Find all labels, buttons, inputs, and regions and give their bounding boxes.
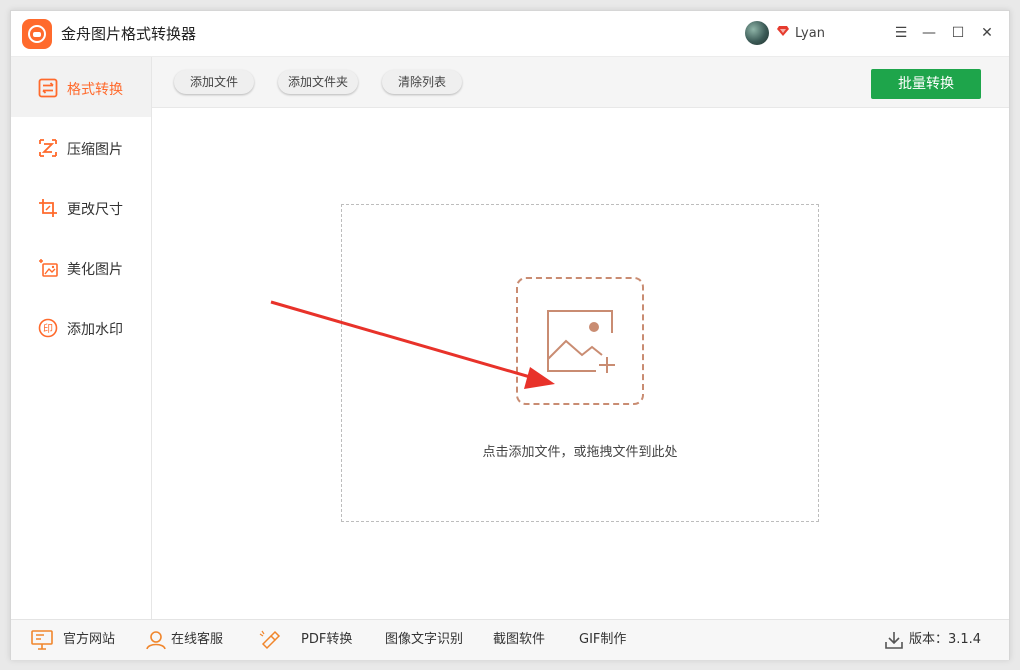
add-folder-button[interactable]: 添加文件夹 [278, 70, 358, 94]
download-icon[interactable] [883, 630, 905, 650]
app-logo [22, 19, 52, 49]
menu-icon[interactable]: ☰ [891, 23, 911, 43]
clear-list-button[interactable]: 清除列表 [382, 70, 462, 94]
customer-service-icon [146, 631, 166, 650]
toolbar: 添加文件 添加文件夹 清除列表 批量转换 [152, 57, 1009, 108]
minimize-button[interactable]: — [919, 23, 939, 43]
ocr-link[interactable]: 图像文字识别 [385, 620, 463, 660]
online-service-link[interactable]: 在线客服 [171, 620, 223, 660]
vip-diamond-icon [777, 26, 789, 36]
file-list-area: 点击添加文件，或拖拽文件到此处 [152, 108, 1009, 619]
add-file-button[interactable]: 添加文件 [174, 70, 254, 94]
compress-icon [39, 139, 57, 157]
pdf-convert-link[interactable]: PDF转换 [301, 620, 352, 660]
resize-icon [39, 199, 57, 217]
sidebar-item-watermark[interactable]: 印 添加水印 [11, 297, 151, 357]
gif-maker-link[interactable]: GIF制作 [579, 620, 626, 660]
sidebar-item-label: 美化图片 [67, 262, 123, 278]
version-label: 版本：3.1.4 [909, 632, 982, 647]
watermark-icon-glyph: 印 [43, 323, 53, 335]
sidebar-item-label: 格式转换 [67, 82, 123, 98]
sidebar-item-beautify[interactable]: 美化图片 [11, 237, 151, 297]
close-button[interactable]: ✕ [977, 23, 997, 43]
screenshot-tool-link[interactable]: 截图软件 [493, 620, 545, 660]
app-window: 金舟图片格式转换器 Lyan ☰ — ☐ ✕ 格式转换 压缩图片 更改尺寸 美化… [10, 10, 1010, 660]
sidebar: 格式转换 压缩图片 更改尺寸 美化图片 印 添加水印 [11, 57, 152, 619]
app-title: 金舟图片格式转换器 [61, 25, 197, 43]
sidebar-item-resize[interactable]: 更改尺寸 [11, 177, 151, 237]
sidebar-item-compress[interactable]: 压缩图片 [11, 117, 151, 177]
add-image-box[interactable] [516, 277, 644, 405]
footer: 官方网站 在线客服 PDF转换 图像文字识别 截图软件 GIF制作 版本：3.1… [11, 619, 1009, 660]
sidebar-item-format-convert[interactable]: 格式转换 [11, 57, 151, 117]
official-site-link[interactable]: 官方网站 [63, 620, 115, 660]
monitor-icon [31, 630, 53, 650]
brush-icon [259, 630, 281, 650]
format-convert-icon [38, 78, 58, 98]
drop-hint: 点击添加文件，或拖拽文件到此处 [482, 445, 678, 460]
sidebar-item-label: 更改尺寸 [67, 202, 123, 218]
drop-zone[interactable]: 点击添加文件，或拖拽文件到此处 [341, 204, 819, 522]
batch-convert-button[interactable]: 批量转换 [871, 69, 981, 99]
beautify-icon [39, 259, 58, 277]
sidebar-item-label: 添加水印 [67, 322, 123, 338]
avatar[interactable] [745, 21, 769, 45]
username[interactable]: Lyan [795, 26, 825, 41]
sidebar-item-label: 压缩图片 [67, 142, 123, 158]
title-bar: 金舟图片格式转换器 Lyan ☰ — ☐ ✕ [11, 11, 1009, 57]
watermark-icon: 印 [38, 318, 58, 338]
maximize-button[interactable]: ☐ [948, 23, 968, 43]
add-image-icon [547, 310, 615, 373]
